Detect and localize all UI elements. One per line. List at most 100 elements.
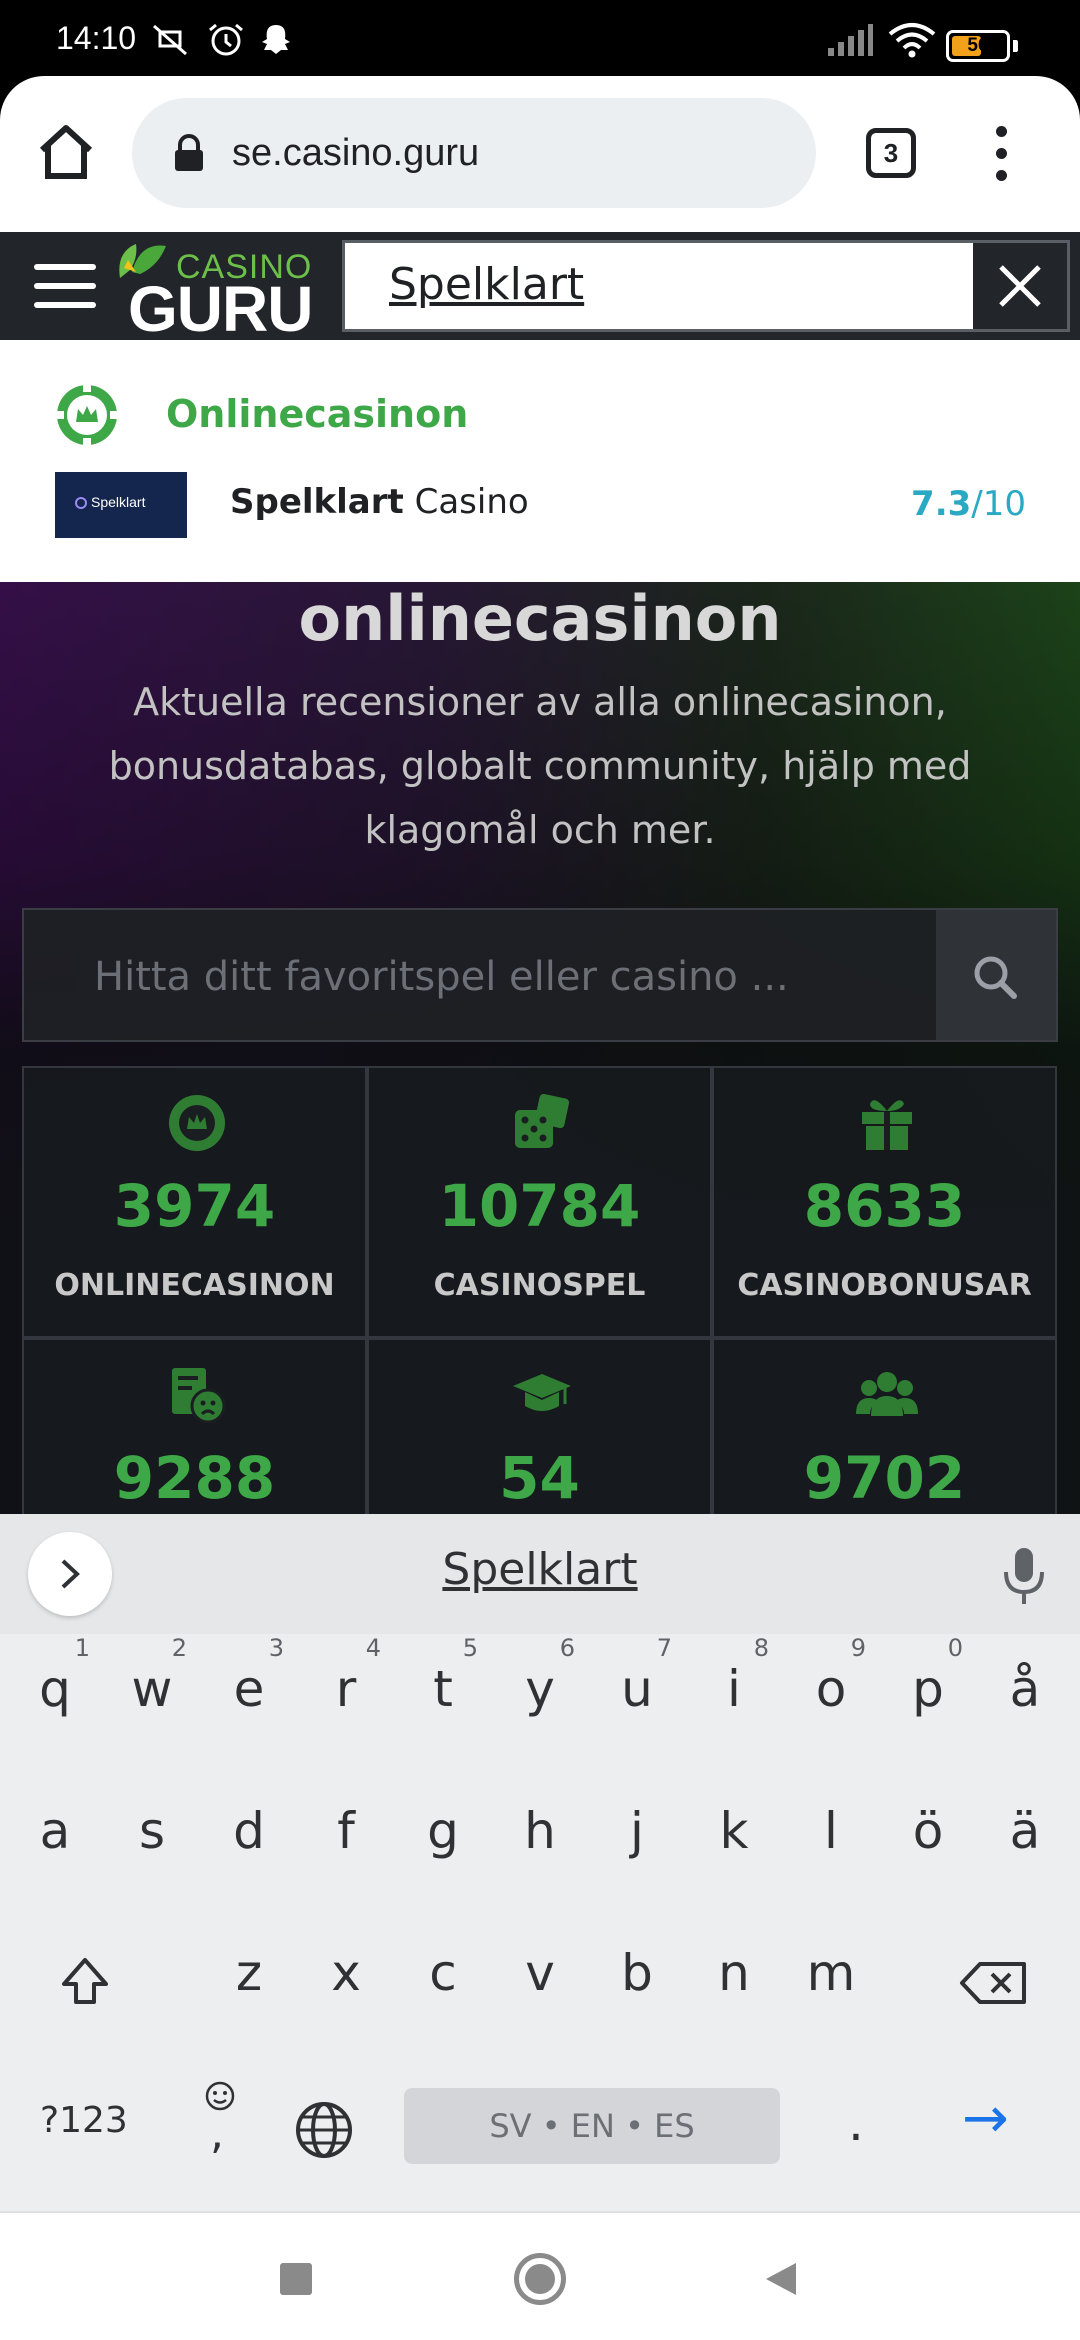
key-hint: 5	[462, 1634, 478, 1662]
key-char: s	[138, 1802, 166, 1860]
key-q[interactable]: q1	[10, 1634, 100, 1744]
stat-casinobonusar[interactable]: 8633 CASINOBONUSAR	[712, 1066, 1057, 1338]
stat-label: ONLINECASINON	[54, 1268, 335, 1303]
system-navigation-bar	[0, 2211, 1080, 2340]
key-k[interactable]: k	[689, 1776, 779, 1886]
key-x[interactable]: x	[301, 1918, 391, 2028]
key-t[interactable]: t5	[398, 1634, 488, 1744]
suggested-word[interactable]: Spelklart	[0, 1544, 1080, 1595]
stat-complaints[interactable]: 9288	[22, 1338, 367, 1514]
period-key[interactable]: .	[848, 2094, 864, 2152]
space-key[interactable]: SV • EN • ES	[404, 2088, 780, 2164]
key-n[interactable]: n	[689, 1918, 779, 2028]
recents-icon[interactable]	[280, 2263, 312, 2295]
key-char: u	[621, 1660, 653, 1718]
globe-icon[interactable]	[294, 2100, 354, 2160]
stat-value: 54	[499, 1444, 580, 1512]
result-name-rest: Casino	[403, 482, 529, 522]
stat-value: 9288	[113, 1444, 276, 1512]
key-char: e	[233, 1660, 265, 1718]
stat-guides[interactable]: 54	[367, 1338, 712, 1514]
stat-label: CASINOBONUSAR	[737, 1268, 1032, 1303]
stat-community[interactable]: 9702	[712, 1338, 1057, 1514]
hamburger-icon[interactable]	[34, 262, 96, 310]
battery-level: 56	[967, 35, 989, 56]
complaint-icon	[172, 1368, 226, 1424]
key-char: j	[630, 1802, 644, 1860]
key-u[interactable]: u7	[592, 1634, 682, 1744]
header-search-field[interactable]: Spelklart	[342, 240, 1070, 332]
key-char: p	[912, 1660, 944, 1718]
site-header: CASINO GURU Spelklart	[0, 232, 1080, 345]
result-logo-text: Spelklart	[91, 494, 146, 510]
hero-heading: onlinecasinon	[298, 582, 782, 655]
key-w[interactable]: w2	[107, 1634, 197, 1744]
key-s[interactable]: s	[107, 1776, 197, 1886]
key-o[interactable]: o9	[786, 1634, 876, 1744]
community-icon	[856, 1372, 918, 1416]
key-char: o	[815, 1660, 847, 1718]
key-ä[interactable]: ä	[980, 1776, 1070, 1886]
result-logo: Spelklart	[55, 472, 187, 538]
search-result-item[interactable]: Spelklart Spelklart Casino 7.3/10	[0, 464, 1080, 564]
key-g[interactable]: g	[398, 1776, 488, 1886]
key-c[interactable]: c	[398, 1918, 488, 2028]
key-e[interactable]: e3	[204, 1634, 294, 1744]
key-v[interactable]: v	[495, 1918, 585, 2028]
hero-subtitle: Aktuella recensioner av alla onlinecasin…	[108, 680, 972, 852]
symbols-key[interactable]: ?123	[40, 2100, 128, 2141]
hero-search-input[interactable]: Hitta ditt favoritspel eller casino ...	[22, 908, 1058, 1042]
hero-section: onlinecasinon Aktuella recensioner av al…	[0, 582, 1080, 1514]
key-b[interactable]: b	[592, 1918, 682, 2028]
key-a[interactable]: a	[10, 1776, 100, 1886]
hero-search-placeholder: Hitta ditt favoritspel eller casino ...	[94, 954, 789, 1000]
home-nav-icon[interactable]	[514, 2253, 566, 2305]
microphone-icon[interactable]	[998, 1544, 1050, 1606]
shift-icon[interactable]	[58, 1954, 112, 2008]
key-m[interactable]: m	[786, 1918, 876, 2028]
key-p[interactable]: p0	[883, 1634, 973, 1744]
hero-search-button[interactable]	[936, 910, 1056, 1040]
key-ö[interactable]: ö	[883, 1776, 973, 1886]
url-text: se.casino.guru	[232, 132, 480, 174]
tabs-icon[interactable]: 3	[866, 128, 916, 178]
back-icon[interactable]	[760, 2259, 800, 2299]
key-h[interactable]: h	[495, 1776, 585, 1886]
browser-toolbar: se.casino.guru 3	[0, 76, 1080, 232]
home-icon[interactable]	[34, 120, 98, 184]
address-bar[interactable]: se.casino.guru	[132, 98, 816, 208]
suggestion-strip: Spelklart	[0, 1514, 1080, 1634]
key-char: q	[39, 1660, 71, 1718]
status-bar: 14:10 56	[0, 0, 1080, 76]
search-suggestions: Onlinecasinon Spelklart Spelklart Casino…	[0, 340, 1080, 582]
key-hint: 8	[753, 1634, 769, 1662]
stats-grid: 3974 ONLINECASINON 10784 CASINOSPEL 8633…	[22, 1066, 1058, 1514]
key-l[interactable]: l	[786, 1776, 876, 1886]
key-r[interactable]: r4	[301, 1634, 391, 1744]
key-char: ä	[1009, 1802, 1041, 1860]
key-f[interactable]: f	[301, 1776, 391, 1886]
casino-chip-icon	[169, 1095, 225, 1151]
rating-value: 7.3	[911, 484, 972, 524]
stat-casinospel[interactable]: 10784 CASINOSPEL	[367, 1066, 712, 1338]
mute-vibrate-icon	[153, 24, 187, 56]
key-y[interactable]: y6	[495, 1634, 585, 1744]
overflow-menu-icon[interactable]	[984, 122, 1020, 186]
close-search-button[interactable]	[973, 243, 1067, 329]
close-icon	[999, 265, 1041, 307]
key-z[interactable]: z	[204, 1918, 294, 2028]
key-å[interactable]: å	[980, 1634, 1070, 1744]
key-char: g	[427, 1802, 459, 1860]
backspace-icon[interactable]	[958, 1960, 1030, 2006]
key-hint: 2	[171, 1634, 187, 1662]
key-i[interactable]: i8	[689, 1634, 779, 1744]
emoji-key[interactable]: ,	[198, 2080, 242, 2170]
stat-value: 8633	[803, 1172, 966, 1240]
stat-onlinecasinon[interactable]: 3974 ONLINECASINON	[22, 1066, 367, 1338]
search-icon	[974, 956, 1017, 999]
key-j[interactable]: j	[592, 1776, 682, 1886]
enter-key[interactable]: →	[962, 2086, 1009, 2151]
casino-guru-logo[interactable]: CASINO GURU	[110, 238, 320, 345]
key-d[interactable]: d	[204, 1776, 294, 1886]
category-title: Onlinecasinon	[166, 392, 469, 436]
